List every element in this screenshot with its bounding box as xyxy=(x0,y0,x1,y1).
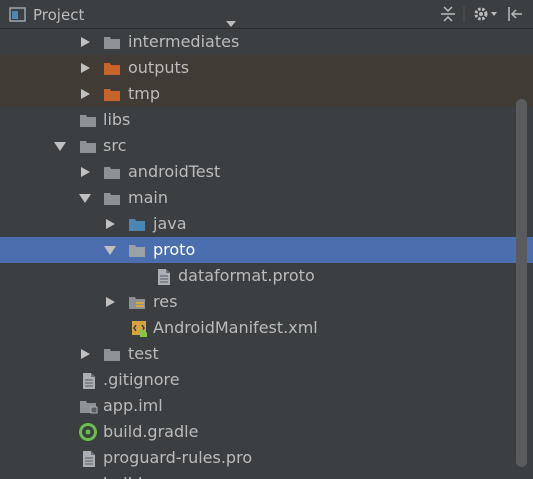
module-file-icon xyxy=(79,398,98,414)
folder-icon xyxy=(103,190,121,206)
tree-item-label: proto xyxy=(153,240,196,259)
folder-icon xyxy=(103,164,121,180)
chevron-down-icon[interactable] xyxy=(104,246,116,255)
excluded-folder-icon xyxy=(103,86,121,102)
tree-item-label: build.gradle xyxy=(103,422,199,441)
tree-item-build[interactable]: build xyxy=(0,471,533,479)
hide-icon[interactable] xyxy=(506,5,524,27)
tree-item-label: src xyxy=(103,136,127,155)
file-icon xyxy=(80,372,98,389)
folder-icon xyxy=(79,138,97,154)
gear-icon[interactable] xyxy=(472,5,498,27)
chevron-right-icon[interactable] xyxy=(106,297,115,307)
folder-icon xyxy=(79,112,97,128)
tree-item-gitignore[interactable]: .gitignore xyxy=(0,367,533,393)
tree-item-java[interactable]: java xyxy=(0,211,533,237)
folder-icon xyxy=(128,242,146,258)
tree-item-label: build xyxy=(103,474,142,479)
tree-item-build-gradle[interactable]: build.gradle xyxy=(0,419,533,445)
tree-item-androidmanifest[interactable]: AndroidManifest.xml xyxy=(0,315,533,341)
folder-icon xyxy=(103,346,121,362)
tree-item-label: outputs xyxy=(128,58,190,77)
tree-item-label: libs xyxy=(103,110,131,129)
project-toolbar: Project xyxy=(0,0,533,29)
chevron-right-icon[interactable] xyxy=(81,89,90,99)
tree-item-libs[interactable]: libs xyxy=(0,107,533,133)
folder-icon xyxy=(103,34,121,50)
project-tree: intermediates outputs tmp libs src andro xyxy=(0,29,533,479)
chevron-right-icon[interactable] xyxy=(81,349,90,359)
tree-item-proguard-rules[interactable]: proguard-rules.pro xyxy=(0,445,533,471)
source-folder-icon xyxy=(128,216,146,232)
tree-item-proto[interactable]: proto xyxy=(0,237,533,263)
vertical-scrollbar[interactable] xyxy=(516,99,527,467)
tree-item-test[interactable]: test xyxy=(0,341,533,367)
tree-item-label: AndroidManifest.xml xyxy=(153,318,318,337)
excluded-folder-icon xyxy=(103,60,121,76)
tree-item-main[interactable]: main xyxy=(0,185,533,211)
tree-item-label: main xyxy=(128,188,168,207)
tree-item-label: java xyxy=(153,214,187,233)
gradle-icon xyxy=(79,423,97,441)
panel-title[interactable]: Project xyxy=(33,6,84,24)
chevron-right-icon[interactable] xyxy=(81,37,90,47)
tree-item-label: androidTest xyxy=(128,162,221,181)
chevron-right-icon[interactable] xyxy=(106,219,115,229)
chevron-down-icon[interactable] xyxy=(54,142,66,151)
tree-item-app-iml[interactable]: app.iml xyxy=(0,393,533,419)
tree-item-label: dataformat.proto xyxy=(178,266,315,285)
tree-item-label: test xyxy=(128,344,159,363)
collapse-all-icon[interactable] xyxy=(439,5,457,27)
chevron-down-icon[interactable] xyxy=(79,194,91,203)
tree-item-dataformat-proto[interactable]: dataformat.proto xyxy=(0,263,533,289)
tree-item-label: intermediates xyxy=(128,32,240,51)
tree-item-androidtest[interactable]: androidTest xyxy=(0,159,533,185)
tree-item-res[interactable]: res xyxy=(0,289,533,315)
project-view-icon xyxy=(9,7,27,27)
tree-item-label: app.iml xyxy=(103,396,163,415)
file-icon xyxy=(155,268,173,285)
tree-item-tmp[interactable]: tmp xyxy=(0,81,533,107)
tree-item-label: .gitignore xyxy=(103,370,180,389)
tree-item-label: tmp xyxy=(128,84,161,103)
tree-item-label: proguard-rules.pro xyxy=(103,448,253,467)
file-icon xyxy=(80,450,98,467)
resource-folder-icon xyxy=(128,294,146,310)
android-manifest-icon xyxy=(130,319,148,337)
tree-item-intermediates[interactable]: intermediates xyxy=(0,29,533,55)
chevron-right-icon[interactable] xyxy=(81,167,90,177)
divider xyxy=(463,6,465,26)
tree-item-outputs[interactable]: outputs xyxy=(0,55,533,81)
chevron-right-icon[interactable] xyxy=(81,63,90,73)
tree-item-src[interactable]: src xyxy=(0,133,533,159)
tree-item-label: res xyxy=(153,292,178,311)
